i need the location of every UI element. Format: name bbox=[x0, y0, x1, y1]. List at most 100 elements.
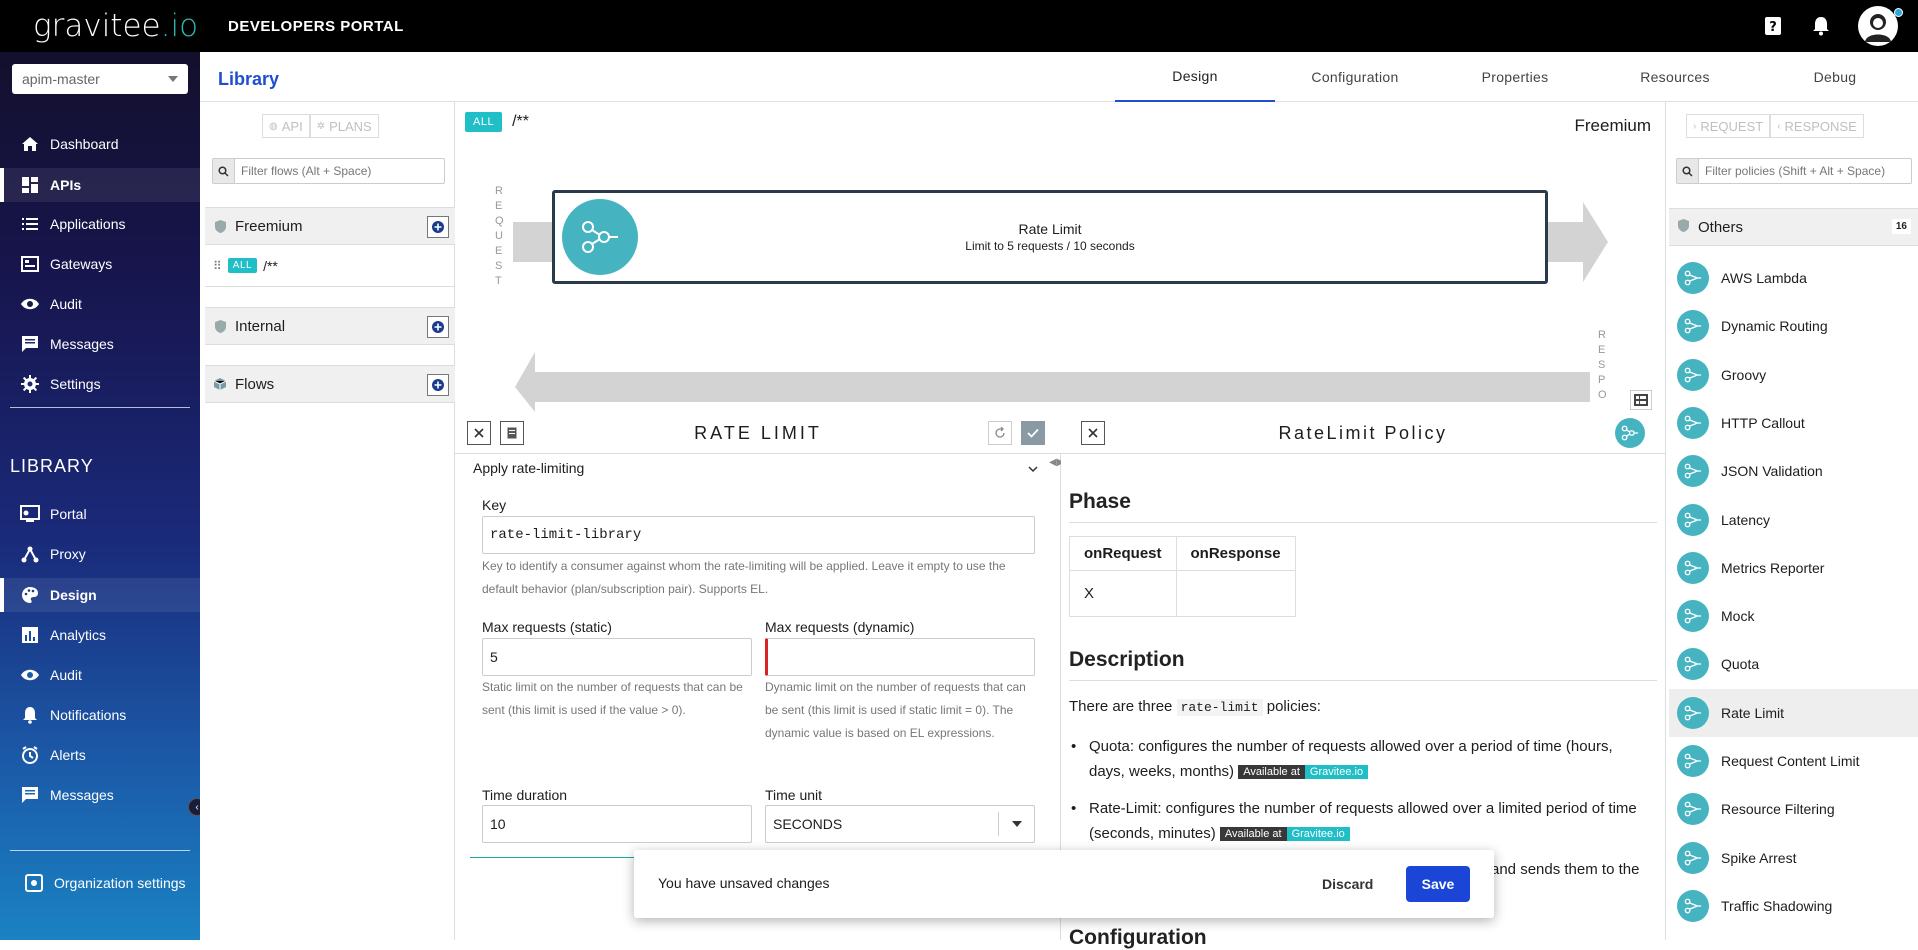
policy-item-metrics-reporter[interactable]: Metrics Reporter bbox=[1669, 544, 1918, 592]
policy-form-header: RATE LIMIT bbox=[455, 412, 1061, 454]
policy-item-mock[interactable]: Mock bbox=[1669, 592, 1918, 640]
save-button[interactable]: Save bbox=[1406, 866, 1470, 902]
api-icon: ◍ bbox=[269, 120, 278, 132]
toggle-request[interactable]: › REQUEST bbox=[1686, 114, 1771, 138]
plan-group-freemium[interactable]: Freemium bbox=[205, 207, 455, 245]
request-label-text: REQUEST bbox=[495, 185, 505, 287]
chevron-down-icon bbox=[168, 76, 178, 82]
policy-step-name: Rate Limit bbox=[1018, 221, 1082, 237]
policy-item-json-validation[interactable]: JSON Validation bbox=[1669, 447, 1918, 495]
sidebar-item-label: Settings bbox=[50, 376, 101, 392]
policy-item-label: JSON Validation bbox=[1721, 463, 1823, 480]
tab-properties[interactable]: Properties bbox=[1435, 52, 1595, 102]
key-input[interactable]: rate-limit-library bbox=[482, 516, 1035, 554]
max-requests-static-hint: Static limit on the number of requests t… bbox=[482, 680, 743, 717]
plan-group-label: Freemium bbox=[235, 217, 303, 235]
environment-select[interactable]: apim-master bbox=[12, 64, 188, 94]
gravitee-logo[interactable]: gravitee.io bbox=[33, 8, 198, 44]
max-requests-dynamic-input[interactable] bbox=[765, 638, 1035, 676]
sidebar-item-label: Gateways bbox=[50, 256, 113, 272]
add-flow-button[interactable] bbox=[427, 216, 449, 238]
logo-text: gravitee bbox=[33, 8, 161, 44]
policy-item-spike-arrest[interactable]: Spike Arrest bbox=[1669, 834, 1918, 882]
add-flow-button[interactable] bbox=[427, 316, 449, 338]
sidebar-item-applications[interactable]: Applications bbox=[0, 207, 200, 241]
available-badge[interactable]: Available at Gravitee.io bbox=[1219, 826, 1350, 843]
add-flow-button[interactable] bbox=[427, 374, 449, 396]
sidebar-item-messages[interactable]: Messages bbox=[0, 327, 200, 361]
time-duration-input[interactable]: 10 bbox=[482, 805, 752, 843]
policy-item-resource-filtering[interactable]: Resource Filtering bbox=[1669, 785, 1918, 833]
tab-resources[interactable]: Resources bbox=[1595, 52, 1755, 102]
policy-step-description: Limit to 5 requests / 10 seconds bbox=[965, 239, 1135, 253]
max-requests-static-input[interactable]: 5 bbox=[482, 638, 752, 676]
filter-policies-input[interactable]: Filter policies (Shift + Alt + Space) bbox=[1676, 158, 1912, 184]
unsaved-changes-snackbar: You have unsaved changes Discard Save bbox=[634, 850, 1494, 918]
sidebar-item-alerts[interactable]: Alerts bbox=[0, 738, 200, 772]
policy-item-groovy[interactable]: Groovy bbox=[1669, 351, 1918, 399]
plan-group-internal[interactable]: Internal bbox=[205, 307, 455, 345]
toggle-response[interactable]: ‹ RESPONSE bbox=[1770, 114, 1864, 138]
sidebar-item-proxy[interactable]: Proxy bbox=[0, 537, 200, 571]
key-label: Key bbox=[482, 497, 507, 513]
policy-step-rate-limit[interactable]: Rate Limit Limit to 5 requests / 10 seco… bbox=[552, 190, 1548, 284]
section-apply-rate-limiting[interactable]: Apply rate-limiting bbox=[473, 460, 1048, 476]
sidebar-item-design[interactable]: Design bbox=[0, 578, 200, 612]
available-badge[interactable]: Available at Gravitee.io bbox=[1238, 764, 1369, 781]
policy-item-dynamic-routing[interactable]: Dynamic Routing bbox=[1669, 302, 1918, 350]
traffic-shadowing-icon bbox=[1677, 889, 1709, 922]
sidebar-item-notifications[interactable]: Notifications bbox=[0, 698, 200, 732]
resource-filtering-icon bbox=[1677, 793, 1709, 826]
sidebar-item-dashboard[interactable]: Dashboard bbox=[0, 127, 200, 161]
reset-icon[interactable] bbox=[988, 421, 1012, 445]
policy-item-request-content-limit[interactable]: Request Content Limit bbox=[1669, 737, 1918, 785]
sidebar-item-audit[interactable]: Audit bbox=[0, 287, 200, 321]
sidebar-divider-bottom bbox=[10, 850, 190, 851]
policy-item-label: AWS Lambda bbox=[1721, 270, 1807, 286]
inline-code: rate-limit bbox=[1176, 699, 1263, 716]
policy-item-aws-lambda[interactable]: AWS Lambda bbox=[1669, 254, 1918, 302]
bell-icon[interactable] bbox=[1810, 15, 1832, 37]
sidebar-item-audit-library[interactable]: Audit bbox=[0, 658, 200, 692]
tab-configuration[interactable]: Configuration bbox=[1275, 52, 1435, 102]
portal-title[interactable]: DEVELOPERS PORTAL bbox=[228, 18, 404, 35]
policy-item-latency[interactable]: Latency bbox=[1669, 496, 1918, 544]
shield-icon bbox=[213, 218, 227, 234]
policy-item-label: Traffic Shadowing bbox=[1721, 897, 1833, 914]
available-label: Available at bbox=[1238, 764, 1305, 779]
filter-flows-input[interactable]: Filter flows (Alt + Space) bbox=[212, 158, 445, 184]
sidebar-item-analytics[interactable]: Analytics bbox=[0, 618, 200, 652]
flow-item[interactable]: ⠿ ALL /** bbox=[205, 245, 455, 287]
policy-item-traffic-shadowing[interactable]: Traffic Shadowing bbox=[1669, 882, 1918, 930]
sidebar-item-organization-settings[interactable]: Organization settings bbox=[0, 866, 200, 900]
policy-count-badge: 16 bbox=[1891, 219, 1911, 234]
group-flows[interactable]: Flows bbox=[205, 365, 455, 403]
help-icon[interactable]: ? bbox=[1762, 15, 1784, 37]
layout-toggle-icon[interactable] bbox=[1630, 390, 1652, 410]
discard-button[interactable]: Discard bbox=[1308, 866, 1387, 902]
cube-icon bbox=[213, 376, 227, 392]
policy-item-rate-limit[interactable]: Rate Limit bbox=[1669, 688, 1918, 737]
policy-item-quota[interactable]: Quota bbox=[1669, 640, 1918, 688]
sidebar-item-settings[interactable]: Settings bbox=[0, 367, 200, 401]
drag-handle-icon[interactable]: ⠿ bbox=[213, 259, 222, 273]
sidebar-item-gateways[interactable]: Gateways bbox=[0, 247, 200, 281]
sidebar-item-messages-library[interactable]: Messages bbox=[0, 778, 200, 812]
policy-group-label: Others bbox=[1698, 218, 1744, 236]
http-callout-icon bbox=[1677, 406, 1709, 439]
check-icon[interactable] bbox=[1021, 421, 1045, 445]
policy-item-label: Quota bbox=[1721, 656, 1760, 673]
sidebar-item-portal[interactable]: Portal bbox=[0, 497, 200, 531]
max-requests-dynamic-label: Max requests (dynamic) bbox=[765, 619, 915, 635]
max-requests-dynamic-hint: Dynamic limit on the number of requests … bbox=[765, 680, 1026, 740]
toggle-api[interactable]: ◍ API bbox=[262, 114, 310, 138]
list-icon bbox=[20, 214, 40, 234]
tab-debug[interactable]: Debug bbox=[1755, 52, 1915, 102]
toggle-plans[interactable]: ✲ PLANS bbox=[309, 114, 379, 138]
sidebar-item-apis[interactable]: APIs bbox=[0, 168, 200, 202]
tab-design[interactable]: Design bbox=[1115, 52, 1275, 102]
policy-group-others[interactable]: Others 16 bbox=[1669, 208, 1918, 246]
user-avatar[interactable] bbox=[1858, 6, 1903, 46]
time-unit-select[interactable]: SECONDS bbox=[765, 805, 1035, 843]
policy-item-http-callout[interactable]: HTTP Callout bbox=[1669, 399, 1918, 447]
